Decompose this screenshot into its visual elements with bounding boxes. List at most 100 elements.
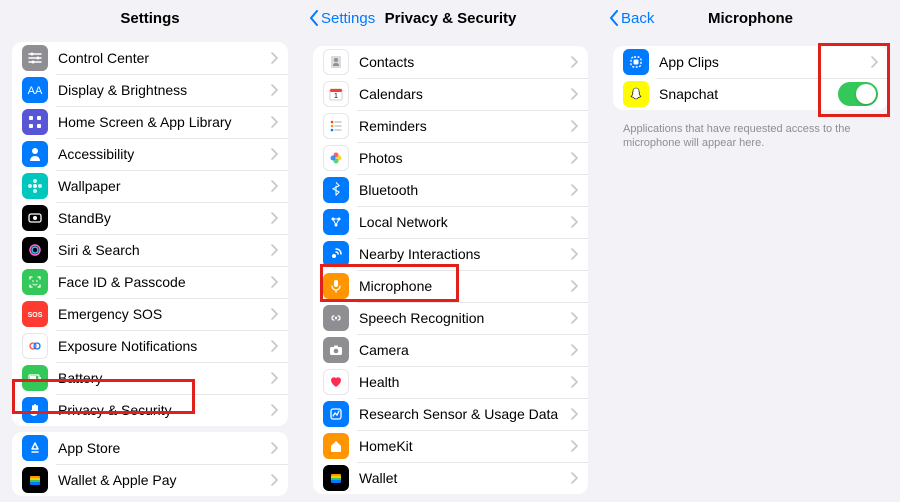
list-item[interactable]: Reminders	[313, 110, 588, 142]
chevron-left-icon	[309, 10, 319, 26]
list-item-label: Control Center	[58, 50, 270, 66]
chevron-right-icon	[270, 212, 278, 224]
chevron-left-icon	[609, 10, 619, 26]
bluetooth-icon	[323, 177, 349, 203]
chevron-right-icon	[570, 408, 578, 420]
list-item[interactable]: Camera	[313, 334, 588, 366]
battery-icon	[22, 365, 48, 391]
chevron-right-icon	[570, 56, 578, 68]
chevron-right-icon	[570, 152, 578, 164]
reminders-icon	[323, 113, 349, 139]
chevron-right-icon	[870, 56, 878, 68]
chevron-right-icon	[270, 442, 278, 454]
list-item-label: StandBy	[58, 210, 270, 226]
list-item-label: Exposure Notifications	[58, 338, 270, 354]
chevron-right-icon	[270, 404, 278, 416]
chevron-right-icon	[270, 372, 278, 384]
chevron-right-icon	[570, 376, 578, 388]
camera-icon	[323, 337, 349, 363]
sliders-icon	[22, 45, 48, 71]
microphone-footnote: Applications that have requested access …	[601, 116, 900, 157]
list-item[interactable]: Photos	[313, 142, 588, 174]
wallet-icon	[22, 467, 48, 493]
flower-icon	[22, 173, 48, 199]
list-item[interactable]: Home Screen & App Library	[12, 106, 288, 138]
list-item[interactable]: Siri & Search	[12, 234, 288, 266]
hand-icon	[22, 397, 48, 423]
settings-list-b: App StoreWallet & Apple Pay	[12, 432, 288, 496]
list-item[interactable]: Bluetooth	[313, 174, 588, 206]
chevron-right-icon	[270, 474, 278, 486]
chevron-right-icon	[270, 148, 278, 160]
contacts-icon	[323, 49, 349, 75]
settings-list-a: Control Center AADisplay & Brightness Home…	[12, 42, 288, 426]
back-button[interactable]: Settings	[309, 10, 375, 27]
calendar-icon: 1	[323, 81, 349, 107]
chevron-right-icon	[270, 340, 278, 352]
navbar-microphone: Back Microphone	[601, 0, 900, 36]
sun-icon: AA	[22, 77, 48, 103]
list-item[interactable]: Face ID & Passcode	[12, 266, 288, 298]
chevron-right-icon	[570, 440, 578, 452]
svg-text:1: 1	[334, 93, 338, 100]
list-item-label: Research Sensor & Usage Data	[359, 406, 570, 422]
list-item[interactable]: HomeKit	[313, 430, 588, 462]
photos-icon	[323, 145, 349, 171]
list-item[interactable]: 1 Calendars	[313, 78, 588, 110]
list-item[interactable]: SOSEmergency SOS	[12, 298, 288, 330]
list-item-label: Privacy & Security	[58, 402, 270, 418]
list-item[interactable]: Snapchat	[613, 78, 888, 110]
list-item[interactable]: Nearby Interactions	[313, 238, 588, 270]
page-title: Microphone	[708, 10, 793, 27]
chevron-right-icon	[570, 88, 578, 100]
heart-icon	[323, 369, 349, 395]
list-item[interactable]: Health	[313, 366, 588, 398]
privacy-pane: Settings Privacy & Security Contacts 1 Cal…	[300, 0, 600, 502]
list-item[interactable]: AADisplay & Brightness	[12, 74, 288, 106]
list-item[interactable]: App Store	[12, 432, 288, 464]
list-item[interactable]: Microphone	[313, 270, 588, 302]
list-item[interactable]: StandBy	[12, 202, 288, 234]
network-icon	[323, 209, 349, 235]
chevron-right-icon	[570, 184, 578, 196]
chevron-right-icon	[570, 312, 578, 324]
siri-icon	[22, 237, 48, 263]
chevron-right-icon	[570, 472, 578, 484]
back-button[interactable]: Back	[609, 10, 654, 27]
list-item[interactable]: Wallet & Apple Pay	[12, 464, 288, 496]
list-item[interactable]: Battery	[12, 362, 288, 394]
mic-icon	[323, 273, 349, 299]
list-item-label: Home Screen & App Library	[58, 114, 270, 130]
chevron-right-icon	[270, 276, 278, 288]
person-icon	[22, 141, 48, 167]
list-item-label: Calendars	[359, 86, 570, 102]
standby-icon	[22, 205, 48, 231]
list-item[interactable]: Accessibility	[12, 138, 288, 170]
page-title: Settings	[120, 10, 179, 27]
list-item-label: Accessibility	[58, 146, 270, 162]
list-item-label: Battery	[58, 370, 270, 386]
list-item[interactable]: Wallpaper	[12, 170, 288, 202]
chevron-right-icon	[570, 216, 578, 228]
back-label: Back	[621, 10, 654, 27]
list-item-label: Siri & Search	[58, 242, 270, 258]
list-item[interactable]: Wallet	[313, 462, 588, 494]
page-title: Privacy & Security	[385, 10, 517, 27]
list-item-label: Bluetooth	[359, 182, 570, 198]
list-item[interactable]: Speech Recognition	[313, 302, 588, 334]
list-item-label: Face ID & Passcode	[58, 274, 270, 290]
chevron-right-icon	[270, 116, 278, 128]
list-item[interactable]: Contacts	[313, 46, 588, 78]
list-item[interactable]: Control Center	[12, 42, 288, 74]
list-item[interactable]: Privacy & Security	[12, 394, 288, 426]
list-item[interactable]: App Clips	[613, 46, 888, 78]
toggle-switch[interactable]	[838, 82, 878, 106]
list-item[interactable]: Research Sensor & Usage Data	[313, 398, 588, 430]
grid-icon	[22, 109, 48, 135]
svg-text:AA: AA	[28, 85, 43, 97]
list-item[interactable]: Local Network	[313, 206, 588, 238]
chevron-right-icon	[270, 308, 278, 320]
snapchat-icon	[623, 81, 649, 107]
list-item[interactable]: Exposure Notifications	[12, 330, 288, 362]
list-item-label: Photos	[359, 150, 570, 166]
